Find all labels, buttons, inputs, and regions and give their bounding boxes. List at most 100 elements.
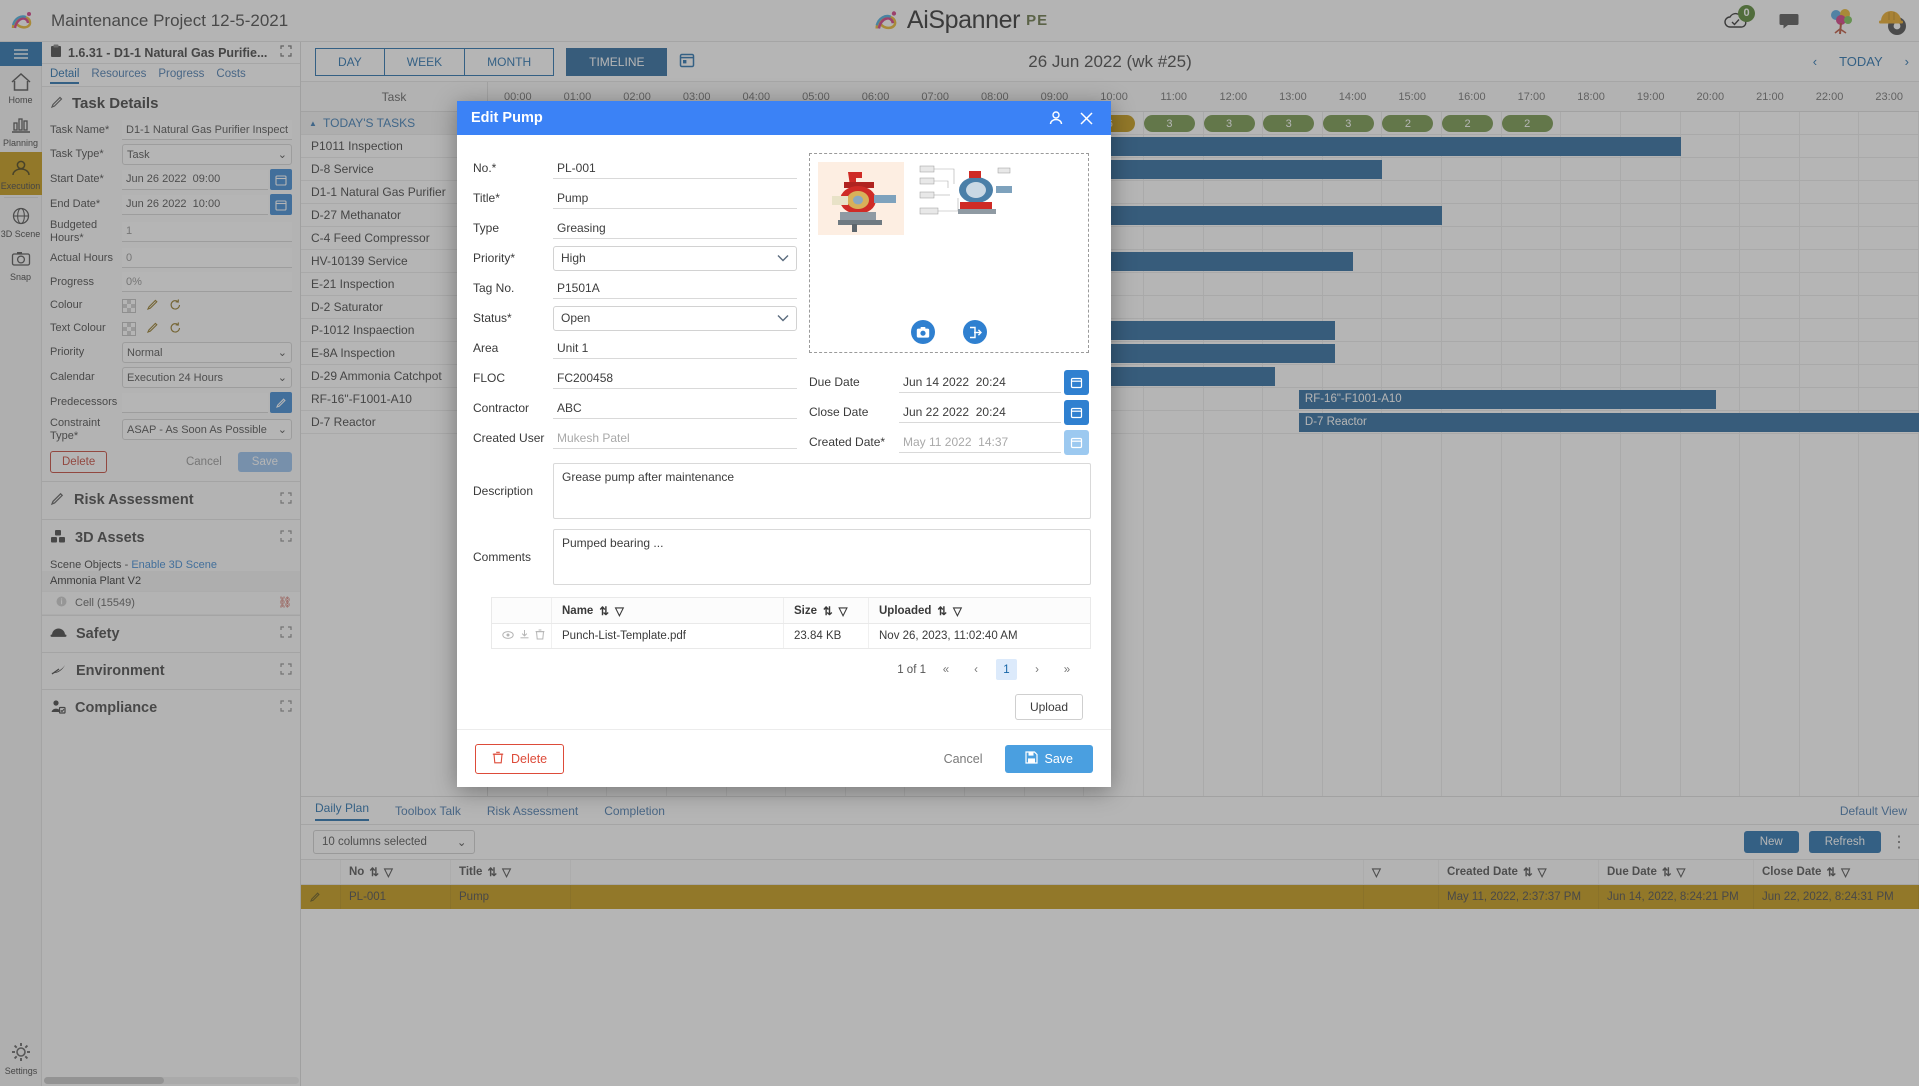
select-priority[interactable]: High [553,246,797,271]
attachments-table-header: Name ⇅▽ Size ⇅▽ Uploaded ⇅▽ [492,598,1090,624]
attachment-name: Punch-List-Template.pdf [552,624,784,648]
filter-icon[interactable]: ▽ [839,604,848,618]
modal-left-column: No.* Title* Type Priority* High [473,153,797,457]
field-type: Type [473,213,797,243]
modal-header: Edit Pump [457,101,1111,135]
delete-attachment-icon[interactable] [535,629,545,643]
last-page-icon[interactable]: » [1057,660,1077,680]
modal-top-grid: No.* Title* Type Priority* High [473,153,1091,457]
modal-cancel-button[interactable]: Cancel [934,746,993,772]
input-area[interactable] [553,337,797,359]
field-contractor: Contractor [473,393,797,423]
next-page-icon[interactable]: › [1027,660,1047,680]
field-description: Description Grease pump after maintenanc… [473,463,1091,519]
capture-photo-icon[interactable] [911,320,935,344]
label-type: Type [473,221,553,235]
label-area: Area [473,341,553,355]
input-title[interactable] [553,187,797,209]
first-page-icon[interactable]: « [936,660,956,680]
label-floc: FLOC [473,371,553,385]
due-date-calendar-icon[interactable] [1064,370,1089,395]
prev-page-icon[interactable]: ‹ [966,660,986,680]
sort-icon[interactable]: ⇅ [823,604,833,618]
att-col-name[interactable]: Name ⇅ ▽ [552,598,784,623]
edit-pump-dialog: Edit Pump No.* Title* [457,101,1111,787]
att-col-name-label: Name [562,605,593,617]
att-col-size-label: Size [794,605,817,617]
label-title: Title* [473,191,553,205]
field-title: Title* [473,183,797,213]
chevron-down-icon [777,251,789,265]
att-col-size[interactable]: Size ⇅ ▽ [784,598,869,623]
modal-save-label: Save [1045,752,1074,766]
label-no: No.* [473,161,553,175]
assign-user-icon[interactable] [1041,103,1071,133]
label-close-date: Close Date [809,405,899,419]
input-close-date[interactable] [899,401,1061,423]
attachments-pager: 1 of 1 « ‹ 1 › » [473,649,1091,680]
modal-footer: Delete Cancel Save [457,729,1111,787]
upload-row: Upload [473,680,1091,720]
field-floc: FLOC [473,363,797,393]
input-tag-no[interactable] [553,277,797,299]
preview-eye-icon[interactable] [502,630,514,643]
modal-body: No.* Title* Type Priority* High [457,135,1111,729]
input-no[interactable] [553,157,797,179]
filter-icon[interactable]: ▽ [953,604,962,618]
input-created-date[interactable] [899,431,1061,453]
input-contractor[interactable] [553,397,797,419]
input-floc[interactable] [553,367,797,389]
label-status: Status* [473,311,553,325]
current-page-button[interactable]: 1 [996,659,1017,680]
field-priority: Priority* High [473,243,797,273]
field-area: Area [473,333,797,363]
label-created-date: Created Date* [809,435,899,449]
select-priority-value: High [561,251,586,265]
filter-icon[interactable]: ▽ [615,604,624,618]
field-no: No.* [473,153,797,183]
input-type[interactable] [553,217,797,239]
attachments-table: Name ⇅▽ Size ⇅▽ Uploaded ⇅▽ [491,597,1091,649]
pump-cutaway-image[interactable] [818,162,904,235]
field-comments: Comments Pumped bearing ... [473,529,1091,585]
input-comments[interactable]: Pumped bearing ... [553,529,1091,585]
upload-image-icon[interactable] [963,320,987,344]
input-description[interactable]: Grease pump after maintenance [553,463,1091,519]
field-status: Status* Open [473,303,797,333]
modal-save-button[interactable]: Save [1005,745,1094,773]
attachment-size: 23.84 KB [784,624,869,648]
pump-diagram-image[interactable] [914,162,1014,222]
download-icon[interactable] [519,629,530,643]
label-due-date: Due Date [809,375,899,389]
pager-range-text: 1 of 1 [897,664,926,676]
chevron-down-icon [777,311,789,325]
label-priority: Priority* [473,251,553,265]
sort-icon[interactable]: ⇅ [937,604,947,618]
att-col-uploaded[interactable]: Uploaded ⇅▽ [869,598,1090,623]
input-created-user[interactable] [553,427,797,449]
field-created-date: Created Date* [809,427,1089,457]
image-attachment-box [809,153,1089,353]
attachment-actions [492,624,552,648]
image-action-buttons [810,320,1088,344]
attachment-row[interactable]: Punch-List-Template.pdf 23.84 KB Nov 26,… [492,624,1090,648]
select-status-value: Open [561,311,590,325]
label-description: Description [473,463,553,519]
input-due-date[interactable] [899,371,1061,393]
select-status[interactable]: Open [553,306,797,331]
created-date-calendar-icon[interactable] [1064,430,1089,455]
upload-button[interactable]: Upload [1015,694,1083,720]
modal-title: Edit Pump [471,110,1041,126]
save-disk-icon [1025,751,1038,767]
modal-delete-button[interactable]: Delete [475,744,564,774]
attachment-uploaded: Nov 26, 2023, 11:02:40 AM [869,624,1090,648]
label-comments: Comments [473,529,553,585]
label-tag-no: Tag No. [473,281,553,295]
trash-icon [492,751,504,767]
close-icon[interactable] [1071,103,1101,133]
field-tag-no: Tag No. [473,273,797,303]
modal-delete-label: Delete [511,752,547,766]
close-date-calendar-icon[interactable] [1064,400,1089,425]
sort-icon[interactable]: ⇅ [599,604,609,618]
field-close-date: Close Date [809,397,1089,427]
